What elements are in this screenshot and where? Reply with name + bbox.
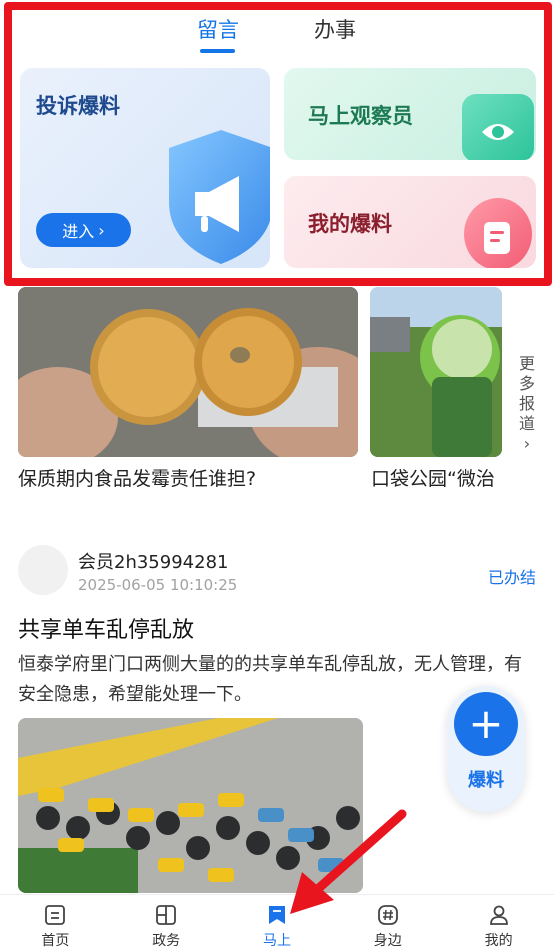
nav-label-home: 首页 [41, 933, 70, 949]
nav-item-home[interactable]: 首页 [0, 895, 111, 952]
top-tabs: 留言 办事 [0, 0, 554, 60]
enter-button-label: 进入 [62, 222, 95, 241]
home-icon [45, 905, 66, 925]
more-reports-label: 更多报道 [518, 354, 535, 433]
nav-label-government: 政务 [152, 933, 181, 949]
my-reports-card-title: 我的爆料 [308, 212, 392, 236]
chevron-right-icon: › [98, 220, 105, 240]
report-fab[interactable]: + 爆料 [447, 686, 525, 812]
tab-message[interactable]: 留言 [197, 14, 239, 44]
report-fab-label: 爆料 [468, 770, 504, 791]
eye-icon [462, 94, 534, 160]
plus-icon: + [454, 692, 518, 756]
complaint-card[interactable]: 投诉爆料 进入 › [20, 68, 270, 268]
document-icon [464, 198, 532, 268]
status-badge: 已办结 [487, 568, 536, 587]
user-icon [489, 905, 508, 925]
chevron-right-icon: › [523, 434, 531, 453]
news-title-2[interactable]: 口袋公园“微治 [371, 464, 502, 491]
post-timestamp: 2025-06-05 10:10:25 [78, 576, 238, 594]
nav-item-government[interactable]: 政务 [111, 895, 222, 952]
news-image-1[interactable] [18, 287, 358, 457]
megaphone-icon [169, 130, 270, 264]
more-reports-link[interactable]: 更多报道 › [516, 354, 538, 454]
post-title[interactable]: 共享单车乱停乱放 [18, 612, 194, 644]
observer-card-title: 马上观察员 [308, 104, 413, 128]
news-title-1[interactable]: 保质期内食品发霉责任谁担? [18, 464, 358, 491]
tab-services[interactable]: 办事 [314, 14, 356, 44]
news-image-2[interactable] [370, 287, 502, 457]
complaint-card-title: 投诉爆料 [36, 94, 120, 118]
avatar[interactable] [18, 545, 68, 595]
my-reports-card[interactable]: 我的爆料 [284, 176, 536, 268]
enter-button[interactable]: 进入 › [36, 213, 131, 247]
post-username: 会员2h35994281 [78, 552, 229, 573]
arrow-annotation-icon [290, 809, 407, 914]
bottom-nav: 首页 政务 马上 身边 我的 [0, 894, 554, 952]
observer-card[interactable]: 马上观察员 [284, 68, 536, 160]
nav-item-mine[interactable]: 我的 [443, 895, 554, 952]
nav-label-mashang: 马上 [262, 933, 291, 949]
nav-label-nearby: 身边 [373, 933, 402, 949]
active-tab-indicator [200, 49, 235, 53]
government-icon [156, 905, 177, 925]
nav-label-mine: 我的 [484, 933, 513, 949]
